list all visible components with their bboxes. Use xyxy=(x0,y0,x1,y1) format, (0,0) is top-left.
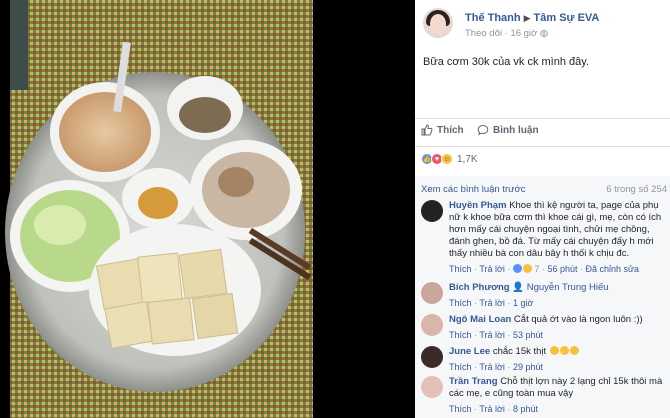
comment-text: Cắt quả ớt vào là ngon luôn :)) xyxy=(513,314,643,325)
commenter-name[interactable]: Trần Trang xyxy=(449,376,498,387)
commenter-avatar[interactable] xyxy=(421,346,443,368)
post-time[interactable]: 16 giờ xyxy=(510,28,537,39)
view-previous-comments-link[interactable]: Xem các bình luận trước xyxy=(421,184,525,195)
laughing-emoji-icon xyxy=(559,346,569,355)
like-reaction-icon xyxy=(512,264,522,273)
commenter-avatar[interactable] xyxy=(421,314,443,336)
commenter-name[interactable]: Ngô Mai Loan xyxy=(449,314,511,325)
comment-reply-link[interactable]: Trả lời xyxy=(479,362,505,372)
comment-reply-link[interactable]: Trả lời xyxy=(479,330,505,340)
comment-reply-link[interactable]: Trả lời xyxy=(479,264,505,274)
group-name[interactable]: Tâm Sự EVA xyxy=(534,12,600,24)
haha-reaction-icon xyxy=(522,264,532,273)
comment-body: June Lee chắc 15k thịt Thích · Trả lời ·… xyxy=(449,346,667,373)
post-photo[interactable] xyxy=(0,0,415,418)
commenter-name[interactable]: June Lee xyxy=(449,346,490,357)
follow-link[interactable]: Theo dõi xyxy=(465,28,502,39)
comment-time[interactable]: 53 phút xyxy=(513,330,543,340)
post-author-line: Thế Thanh ▶ Tâm Sự EVA xyxy=(465,12,599,24)
comment-reaction-count: 7 xyxy=(534,264,540,274)
comment-time[interactable]: 1 giờ xyxy=(513,298,533,308)
comment-button[interactable]: Bình luận xyxy=(477,124,539,136)
comment-actions: Thích · Trả lời · 8 phút xyxy=(449,404,538,414)
commenter-name[interactable]: Bích Phương xyxy=(449,282,510,293)
comment-body: Bích Phương 👤 Nguyễn Trung Hiếu Thích · … xyxy=(449,282,667,309)
comment-body: Ngô Mai Loan Cắt quả ớt vào là ngon luôn… xyxy=(449,314,667,341)
comment-like-link[interactable]: Thích xyxy=(449,362,472,372)
reaction-summary[interactable]: 👍 ♥ ☺ 1,7K xyxy=(421,153,478,165)
post-side-panel: Thế Thanh ▶ Tâm Sự EVA Theo dõi · 16 giờ ◍… xyxy=(415,0,670,418)
comment-like-link[interactable]: Thích xyxy=(449,404,472,414)
post-meta: Theo dõi · 16 giờ ◍ xyxy=(465,28,549,39)
comment-actions: Thích · Trả lời · 53 phút xyxy=(449,330,543,340)
food-photo-image xyxy=(0,0,415,418)
commenter-avatar[interactable] xyxy=(421,200,443,222)
post-action-bar: Thích Bình luận xyxy=(415,120,670,142)
commenter-avatar[interactable] xyxy=(421,282,443,304)
comment-time[interactable]: 8 phút xyxy=(513,404,538,414)
user-silhouette-icon: 👤 xyxy=(512,282,525,293)
arrow-right-icon: ▶ xyxy=(523,13,531,23)
comment-reply-link[interactable]: Trả lời xyxy=(479,404,505,414)
photo-viewer: Thế Thanh ▶ Tâm Sự EVA Theo dõi · 16 giờ ◍… xyxy=(0,0,670,418)
post-header: Thế Thanh ▶ Tâm Sự EVA Theo dõi · 16 giờ ◍ xyxy=(423,8,668,44)
reaction-count: 1,7K xyxy=(457,153,478,165)
comment-time[interactable]: 29 phút xyxy=(513,362,543,372)
author-avatar[interactable] xyxy=(423,8,453,38)
haha-reaction-icon: ☺ xyxy=(441,153,453,165)
author-name[interactable]: Thế Thanh xyxy=(465,12,521,24)
comment-reply-link[interactable]: Trả lời xyxy=(479,298,505,308)
like-button[interactable]: Thích xyxy=(421,124,464,136)
comment-actions: Thích · Trả lời · 7 · 56 phút · Đã chỉnh… xyxy=(449,264,640,274)
comment-actions: Thích · Trả lời · 1 giờ xyxy=(449,298,534,308)
comment-time[interactable]: 56 phút xyxy=(547,264,577,274)
divider xyxy=(415,118,670,119)
tagged-user[interactable]: Nguyễn Trung Hiếu xyxy=(527,282,609,293)
globe-icon: ◍ xyxy=(539,28,549,39)
commenter-name[interactable]: Huyền Phạm xyxy=(449,200,507,211)
comment-body: Huyền Phạm Khoe thì kệ người ta, page củ… xyxy=(449,200,667,275)
comment-like-link[interactable]: Thích xyxy=(449,330,472,340)
comment-text: chắc 15k thịt xyxy=(492,346,547,357)
comment-icon xyxy=(477,124,489,136)
post-text: Bữa cơm 30k của vk ck mình đây. xyxy=(423,56,589,68)
comments-section: Xem các bình luận trước 6 trong số 254 H… xyxy=(415,176,670,418)
laughing-emoji-icon xyxy=(569,346,579,355)
comment-like-link[interactable]: Thích xyxy=(449,298,472,308)
laughing-emoji-icon xyxy=(549,346,559,355)
comment-actions: Thích · Trả lời · 29 phút xyxy=(449,362,543,372)
commenter-avatar[interactable] xyxy=(421,376,443,398)
comment-like-link[interactable]: Thích xyxy=(449,264,472,274)
divider xyxy=(415,146,670,147)
comment-count: 6 trong số 254 xyxy=(606,184,667,195)
thumbs-up-icon xyxy=(421,124,433,136)
edited-label[interactable]: Đã chỉnh sửa xyxy=(586,264,640,274)
like-label: Thích xyxy=(437,124,464,136)
comment-body: Trần Trang Chỗ thịt lợn này 2 lạng chỉ 1… xyxy=(449,376,667,415)
comment-label: Bình luận xyxy=(493,124,539,136)
